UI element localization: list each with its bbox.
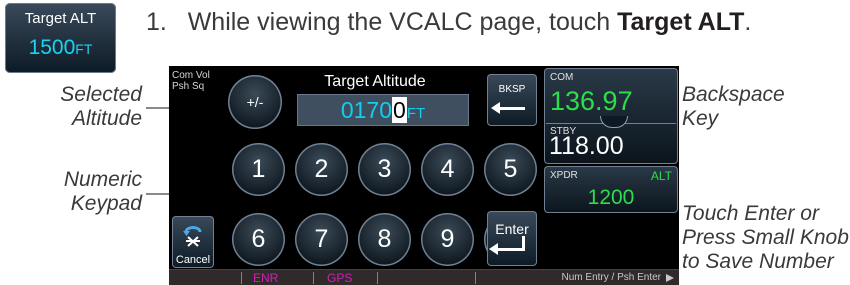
key-4[interactable]: 4 bbox=[421, 143, 474, 196]
com-active-frequency: 136.97 bbox=[550, 86, 633, 116]
key-7[interactable]: 7 bbox=[295, 213, 348, 266]
callout-numeric-keypad: Numeric Keypad bbox=[63, 168, 142, 215]
page-title: Target Altitude bbox=[324, 73, 426, 90]
plus-minus-button[interactable]: +/- bbox=[228, 75, 282, 129]
key-5[interactable]: 5 bbox=[484, 143, 537, 196]
status-bar: ENR GPS Num Entry / Psh Enter bbox=[169, 269, 679, 285]
vcalc-target-altitude-screen: Com Vol Psh Sq +/- Target Altitude 01700F… bbox=[169, 66, 679, 285]
instruction-step: 1. While viewing the VCALC page, touch T… bbox=[146, 8, 752, 36]
entry-cursor: 0 bbox=[392, 97, 407, 123]
enr-indicator: ENR bbox=[253, 271, 279, 285]
instruction-bold: Target ALT bbox=[617, 8, 745, 36]
altitude-value: 01700FT bbox=[340, 97, 426, 123]
knob-hint: Num Entry / Psh Enter bbox=[561, 272, 661, 283]
target-alt-label: Target ALT bbox=[24, 10, 97, 27]
stby-frequency: 118.00 bbox=[549, 132, 624, 160]
key-9[interactable]: 9 bbox=[421, 213, 474, 266]
enter-button[interactable]: Enter bbox=[487, 211, 537, 266]
hint-arrow-icon bbox=[666, 274, 674, 282]
xpdr-label: XPDR bbox=[550, 170, 578, 181]
com-label: COM bbox=[550, 72, 574, 83]
cancel-button[interactable]: Cancel bbox=[172, 216, 214, 268]
cancel-arrow-icon bbox=[183, 226, 202, 247]
backspace-button[interactable]: BKSP bbox=[487, 74, 537, 126]
callout-selected-altitude: Selected Altitude bbox=[60, 83, 142, 130]
xpdr-box[interactable]: XPDR ALT 1200 bbox=[544, 166, 678, 213]
target-altitude-field[interactable]: 01700FT bbox=[297, 94, 469, 126]
key-1[interactable]: 1 bbox=[232, 143, 285, 196]
target-alt-key[interactable]: Target ALT 1500FT bbox=[5, 3, 116, 73]
callout-save-number: Touch Enter or Press Small Knob to Save Nu… bbox=[682, 202, 849, 273]
radio-panel: COM 136.97 STBY 118.00 XPDR ALT 1200 bbox=[544, 68, 678, 268]
enter-label: Enter bbox=[495, 221, 529, 237]
xpdr-mode: ALT bbox=[650, 169, 672, 183]
squawk-code: 1200 bbox=[587, 186, 635, 209]
backspace-arrow-icon bbox=[491, 102, 525, 114]
cancel-label: Cancel bbox=[175, 254, 211, 266]
callout-backspace-key: Backspace Key bbox=[682, 83, 785, 130]
key-3[interactable]: 3 bbox=[358, 143, 411, 196]
gps-indicator: GPS bbox=[327, 271, 353, 285]
backspace-label: BKSP bbox=[498, 84, 526, 95]
key-6[interactable]: 6 bbox=[232, 213, 285, 266]
key-2[interactable]: 2 bbox=[295, 143, 348, 196]
key-8[interactable]: 8 bbox=[358, 213, 411, 266]
enter-arrow-icon bbox=[489, 236, 525, 255]
com-volume-label[interactable]: Com Vol Psh Sq bbox=[172, 70, 210, 92]
target-alt-value: 1500FT bbox=[28, 36, 93, 59]
